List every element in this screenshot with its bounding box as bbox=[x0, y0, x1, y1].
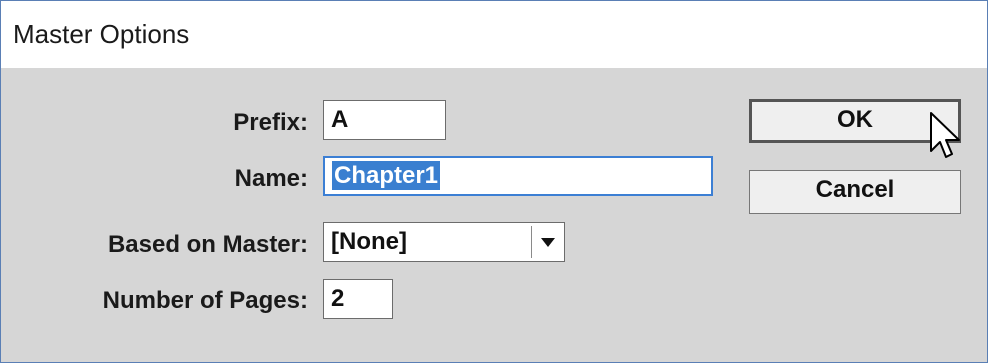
chevron-down-icon[interactable] bbox=[541, 238, 555, 247]
prefix-label: Prefix: bbox=[233, 109, 308, 136]
mouse-pointer-icon bbox=[930, 112, 960, 158]
dropdown-divider bbox=[531, 226, 532, 258]
title-bar: Master Options bbox=[1, 1, 987, 68]
number-of-pages-label: Number of Pages: bbox=[102, 287, 308, 314]
name-label: Name: bbox=[234, 165, 308, 192]
based-on-master-value: [None] bbox=[331, 228, 407, 255]
number-of-pages-value: 2 bbox=[331, 285, 345, 312]
master-options-dialog: Master Options Prefix: A Name: Chapter1 … bbox=[0, 0, 988, 363]
cancel-button[interactable]: Cancel bbox=[749, 170, 961, 214]
based-on-master-label: Based on Master: bbox=[107, 231, 308, 258]
prefix-field[interactable]: A bbox=[323, 100, 446, 140]
dialog-title: Master Options bbox=[13, 19, 190, 49]
name-value-selected: Chapter1 bbox=[332, 161, 441, 190]
number-of-pages-field[interactable]: 2 bbox=[323, 279, 393, 319]
name-field[interactable]: Chapter1 bbox=[323, 156, 713, 196]
prefix-value: A bbox=[331, 106, 349, 133]
based-on-master-select[interactable]: [None] bbox=[323, 222, 565, 262]
